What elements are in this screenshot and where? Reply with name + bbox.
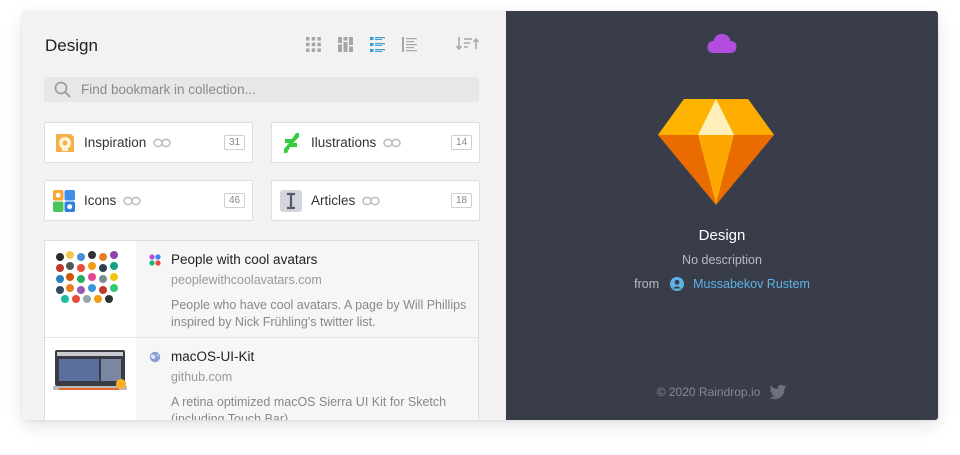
view-mode-switcher (304, 35, 418, 53)
author-link[interactable]: Mussabekov Rustem (693, 277, 810, 291)
link-icon (153, 138, 172, 148)
bookmark-list: People with cool avatars peoplewithcoola… (44, 240, 479, 420)
search-icon (54, 81, 71, 98)
subcollection-label: Inspiration (84, 135, 147, 150)
app-window: Design Find bookmark in collection... In… (22, 11, 938, 420)
user-avatar-icon (670, 277, 685, 291)
panel-collection-description: No description (682, 253, 762, 267)
collection-pane: Design Find bookmark in collection... In… (22, 11, 506, 420)
bookmark-count-badge: 46 (224, 193, 245, 208)
list-item[interactable]: People with cool avatars peoplewithcoola… (45, 241, 478, 338)
search-bar (44, 77, 479, 102)
bookmark-title[interactable]: macOS-UI-Kit (171, 349, 254, 364)
people-favicon-icon (149, 254, 161, 266)
collection-info-panel: Design No description from Mussabekov Ru… (506, 11, 938, 420)
bookmark-body: People with cool avatars peoplewithcoola… (136, 241, 478, 337)
bookmark-count-badge: 14 (451, 135, 472, 150)
globe-favicon-icon (149, 351, 161, 363)
text-cursor-icon (279, 189, 303, 213)
panel-author-line: from Mussabekov Rustem (506, 277, 938, 291)
bookmark-title[interactable]: People with cool avatars (171, 252, 317, 267)
bookmark-count-badge: 18 (451, 193, 472, 208)
grid-icon (305, 36, 321, 52)
sort-button[interactable] (455, 35, 480, 53)
bookmark-count-badge: 31 (224, 135, 245, 150)
list-icon (369, 36, 385, 52)
simple-list-view-button[interactable] (400, 35, 418, 53)
list-item[interactable]: macOS-UI-Kit github.com A retina optimiz… (45, 338, 478, 420)
subcollection-label: Ilustrations (311, 135, 377, 150)
bookmark-thumbnail (45, 338, 136, 420)
search-input[interactable] (81, 82, 461, 97)
masonry-view-button[interactable] (336, 35, 354, 53)
twitter-icon[interactable] (769, 384, 787, 400)
lightbulb-head-icon (52, 131, 76, 155)
subcollection-icons[interactable]: Icons 46 (44, 180, 253, 221)
bookmark-body: macOS-UI-Kit github.com A retina optimiz… (136, 338, 478, 420)
panel-footer: © 2020 Raindrop.io (506, 384, 938, 400)
simple-list-icon (401, 36, 417, 52)
link-icon (383, 138, 402, 148)
link-icon (123, 196, 142, 206)
bookmark-domain: peoplewithcoolavatars.com (171, 273, 322, 287)
subcollection-label: Icons (84, 193, 117, 208)
collection-title: Design (45, 36, 98, 55)
link-icon (362, 196, 381, 206)
list-view-button[interactable] (368, 35, 386, 53)
sort-icon (455, 37, 480, 51)
deviantart-icon (279, 131, 303, 155)
masonry-icon (337, 36, 353, 52)
subcollection-inspiration[interactable]: Inspiration 31 (44, 122, 253, 163)
bookmark-domain: github.com (171, 370, 233, 384)
icon-grid-icon (52, 189, 76, 213)
bookmark-description: People who have cool avatars. A page by … (171, 298, 467, 329)
raindrop-cloud-icon[interactable] (706, 31, 738, 55)
subcollection-articles[interactable]: Articles 18 (271, 180, 480, 221)
copyright-text: © 2020 Raindrop.io (656, 385, 761, 399)
subcollection-ilustrations[interactable]: Ilustrations 14 (271, 122, 480, 163)
from-label: from (634, 277, 660, 291)
panel-collection-name: Design (698, 227, 746, 244)
sketch-gem-icon (658, 99, 774, 205)
bookmark-thumbnail (45, 241, 136, 337)
subcollection-label: Articles (311, 193, 356, 208)
bookmark-description: A retina optimized macOS Sierra UI Kit f… (171, 395, 447, 420)
grid-view-button[interactable] (304, 35, 322, 53)
